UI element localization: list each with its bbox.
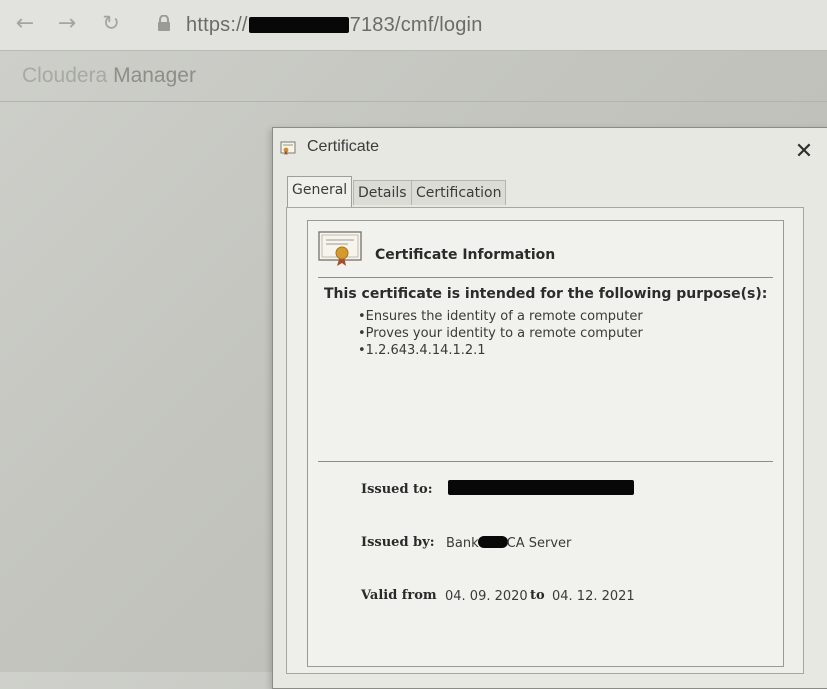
- list-item: Proves your identity to a remote compute…: [358, 325, 643, 342]
- tab-general[interactable]: General: [287, 176, 353, 207]
- page-header: Cloudera Manager: [0, 51, 827, 102]
- redacted-host: [248, 17, 349, 33]
- redacted-issuer: [477, 536, 508, 548]
- valid-from-label: Valid from: [361, 588, 437, 603]
- issued-by-value: Bank CA Server: [446, 536, 571, 551]
- valid-from-value: 04. 09. 2020: [445, 589, 528, 604]
- close-icon[interactable]: ✕: [794, 141, 814, 163]
- certificate-icon: [280, 141, 296, 155]
- url-path: 7183/cmf/login: [349, 13, 483, 36]
- back-arrow-icon[interactable]: ←: [10, 8, 40, 38]
- purpose-list: Ensures the identity of a remote compute…: [358, 308, 643, 359]
- list-item: Ensures the identity of a remote compute…: [358, 308, 643, 325]
- divider: [318, 277, 773, 278]
- lock-icon: [158, 15, 170, 31]
- valid-to-label: to: [530, 588, 545, 603]
- redacted-issued-to: [448, 480, 634, 495]
- app-title-first: Cloudera: [22, 64, 108, 87]
- dialog-title: Certificate: [307, 138, 380, 155]
- tab-details[interactable]: Details: [353, 180, 412, 205]
- issued-by-label: Issued by:: [361, 535, 435, 550]
- app-title-second: Manager: [113, 64, 196, 87]
- issuer-prefix: Bank: [446, 536, 479, 551]
- valid-to-value: 04. 12. 2021: [552, 589, 635, 604]
- reload-icon[interactable]: ↻: [96, 8, 126, 38]
- certificate-dialog: Certificate ✕ General Details Certificat…: [272, 127, 827, 689]
- issuer-suffix: CA Server: [506, 536, 572, 551]
- address-bar[interactable]: https:// 7183/cmf/login: [186, 12, 483, 38]
- forward-arrow-icon[interactable]: →: [52, 8, 82, 38]
- general-tab-panel: Certificate Information This certificate…: [286, 207, 804, 674]
- issued-to-label: Issued to:: [361, 482, 433, 497]
- certificate-information-title: Certificate Information: [375, 247, 556, 263]
- tab-certification-path[interactable]: Certification Path: [411, 180, 507, 225]
- url-scheme: https://: [186, 13, 248, 36]
- app-title: Cloudera Manager: [22, 64, 196, 88]
- certificate-seal-icon: [318, 231, 362, 266]
- list-item: 1.2.643.4.14.1.2.1: [358, 342, 643, 359]
- purpose-heading: This certificate is intended for the fol…: [324, 286, 768, 302]
- divider: [318, 461, 773, 462]
- certificate-information-box: Certificate Information This certificate…: [307, 220, 784, 667]
- browser-toolbar: ← → ↻ https:// 7183/cmf/login: [0, 0, 827, 51]
